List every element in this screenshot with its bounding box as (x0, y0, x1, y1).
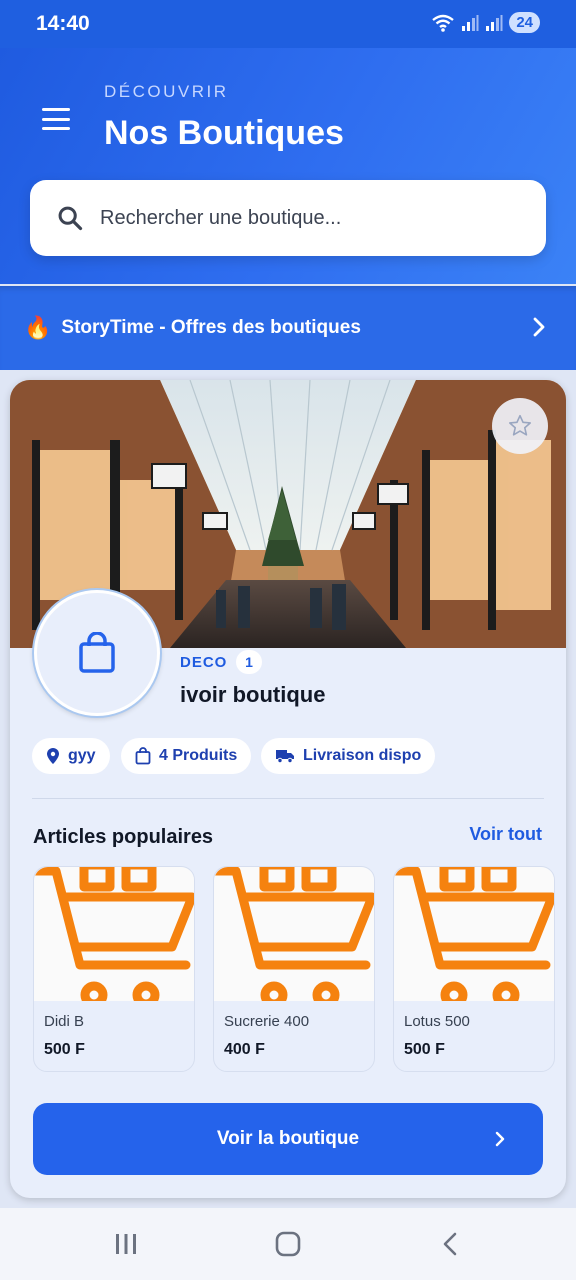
product-name: Sucrerie 400 (224, 1013, 310, 1030)
product-card[interactable]: Lotus 500 500 F (393, 866, 555, 1072)
menu-icon-line (42, 117, 70, 121)
product-price: 500 F (404, 1041, 445, 1058)
storytime-label: StoryTime - Offres des boutiques (61, 317, 361, 338)
divider (32, 798, 544, 799)
nav-recents-icon (116, 1234, 136, 1254)
product-name: Lotus 500 (404, 1013, 470, 1030)
fire-icon: 🔥 (24, 315, 52, 340)
product-image (394, 867, 554, 1001)
delivery-text: Livraison dispo (303, 747, 422, 764)
system-nav-bar (0, 1208, 576, 1280)
shop-avatar (34, 590, 160, 716)
truck-icon (276, 750, 294, 764)
see-all-link[interactable]: Voir tout (469, 824, 542, 845)
status-icons: 24 (431, 12, 540, 33)
shopping-cart-icon (394, 867, 554, 1001)
product-price: 500 F (44, 1041, 85, 1058)
menu-icon-line (42, 127, 70, 130)
shopping-cart-icon (34, 867, 194, 1001)
nav-home-icon (275, 1231, 301, 1257)
shop-card[interactable]: DECO 1 ivoir boutique gyy 4 Produits Liv… (10, 380, 566, 1198)
products-chip: 4 Produits (121, 738, 252, 774)
location-pin-icon (47, 748, 59, 764)
category-count-badge: 1 (236, 650, 262, 674)
nav-back-button[interactable] (430, 1228, 470, 1260)
shop-category: DECO (180, 654, 228, 671)
nav-home-button[interactable] (268, 1228, 308, 1260)
menu-icon-line (42, 108, 70, 111)
signal-icon-2 (486, 14, 503, 31)
shopping-bag-icon (135, 747, 151, 765)
view-shop-label: Voir la boutique (216, 1128, 360, 1149)
header-eyebrow: DÉCOUVRIR (104, 82, 229, 101)
nav-back-icon (443, 1232, 457, 1256)
signal-icon (462, 14, 479, 31)
popular-title: Articles populaires (33, 826, 214, 848)
battery-level: 24 (509, 12, 540, 33)
product-price: 400 F (224, 1041, 265, 1058)
product-image (34, 867, 194, 1001)
location-text: gyy (68, 747, 96, 764)
star-icon (509, 414, 531, 436)
shopping-bag-icon (79, 632, 115, 673)
search-input[interactable]: Rechercher une boutique... (30, 180, 546, 256)
chevron-right-icon (533, 317, 545, 337)
status-bar: 14:40 24 (0, 0, 576, 48)
shop-name: ivoir boutique (180, 682, 326, 707)
product-name: Didi B (44, 1013, 85, 1030)
page-title: Nos Boutiques (104, 114, 344, 152)
product-card[interactable]: Sucrerie 400 400 F (213, 866, 375, 1072)
shopping-cart-icon (214, 867, 374, 1001)
location-chip: gyy (32, 738, 110, 774)
search-placeholder: Rechercher une boutique... (100, 206, 342, 229)
nav-recents-button[interactable] (106, 1228, 146, 1260)
wifi-icon (432, 14, 455, 32)
status-time: 14:40 (36, 12, 90, 35)
chevron-right-icon (495, 1131, 505, 1147)
view-shop-button[interactable]: Voir la boutique (33, 1103, 543, 1175)
storytime-banner[interactable]: 🔥 StoryTime - Offres des boutiques (0, 286, 576, 370)
products-count: 4 Produits (159, 747, 238, 764)
search-icon (58, 206, 83, 231)
favorite-button[interactable] (492, 398, 548, 454)
header: DÉCOUVRIR Nos Boutiques Rechercher une b… (0, 48, 576, 284)
menu-button[interactable] (40, 106, 76, 132)
product-card[interactable]: Didi B 500 F (33, 866, 195, 1072)
product-image (214, 867, 374, 1001)
delivery-chip: Livraison dispo (261, 738, 436, 774)
